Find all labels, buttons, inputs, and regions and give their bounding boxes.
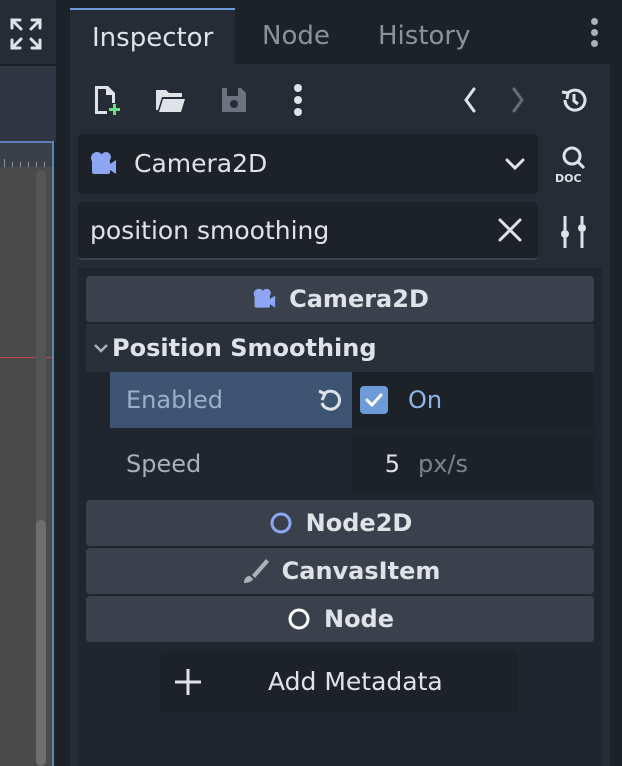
inspector-toolbar xyxy=(70,64,610,134)
property-name: Enabled xyxy=(110,372,352,428)
checkbox-label: On xyxy=(408,386,443,414)
chevron-down-icon xyxy=(505,158,525,171)
ruler xyxy=(0,143,52,167)
node2d-icon xyxy=(270,512,292,534)
viewport-scrollbar[interactable] xyxy=(36,520,46,766)
inspector-dock: Inspector Node History Camera2D DOC posi… xyxy=(70,6,610,766)
dock-menu-icon[interactable] xyxy=(588,18,600,54)
viewport-toolbar xyxy=(0,0,56,64)
group-label: Position Smoothing xyxy=(112,334,377,362)
property-filter-icon[interactable] xyxy=(554,212,594,252)
tab-inspector[interactable]: Inspector xyxy=(70,8,236,64)
more-icon[interactable] xyxy=(278,80,318,120)
section-label: Node xyxy=(323,605,395,633)
enabled-checkbox[interactable] xyxy=(360,386,388,414)
revert-icon[interactable] xyxy=(316,386,344,414)
speed-spinbox[interactable]: 5 px/s xyxy=(352,436,594,492)
fullscreen-icon[interactable] xyxy=(8,16,44,52)
section-label: CanvasItem xyxy=(281,557,441,585)
property-speed: Speed 5 px/s xyxy=(110,436,594,492)
speed-suffix: px/s xyxy=(417,450,468,478)
group-position-smoothing[interactable]: Position Smoothing xyxy=(86,324,594,372)
property-label: Speed xyxy=(126,450,202,478)
svg-text:DOC: DOC xyxy=(555,172,582,184)
camera2d-icon xyxy=(91,152,116,174)
brush-icon xyxy=(243,559,269,583)
property-panel: Camera2D Position Smoothing Enabled On S… xyxy=(78,268,602,766)
section-canvasitem[interactable]: CanvasItem xyxy=(86,548,594,594)
check-icon xyxy=(365,393,383,408)
speed-value: 5 xyxy=(384,450,400,478)
back-icon[interactable] xyxy=(450,80,490,120)
open-folder-icon[interactable] xyxy=(150,80,190,120)
history-icon[interactable] xyxy=(554,80,594,120)
new-resource-icon[interactable] xyxy=(86,80,126,120)
forward-icon[interactable] xyxy=(498,80,538,120)
section-label: Camera2D xyxy=(289,285,429,313)
search-input[interactable] xyxy=(90,202,480,258)
object-name: Camera2D xyxy=(134,149,268,178)
node-icon xyxy=(288,608,310,630)
section-node[interactable]: Node xyxy=(86,596,594,642)
dock-tabbar: Inspector Node History xyxy=(70,6,610,64)
camera2d-icon xyxy=(253,288,276,308)
section-label: Node2D xyxy=(305,509,413,537)
property-value: On xyxy=(352,372,594,428)
tab-history[interactable]: History xyxy=(356,8,493,64)
property-label: Enabled xyxy=(126,386,223,414)
section-camera2d[interactable]: Camera2D xyxy=(86,276,594,322)
add-metadata-button[interactable]: Add Metadata xyxy=(160,652,518,712)
property-enabled: Enabled On xyxy=(110,372,594,428)
add-metadata-label: Add Metadata xyxy=(268,667,443,696)
property-search xyxy=(78,202,538,260)
chevron-down-icon xyxy=(94,344,108,353)
close-icon[interactable] xyxy=(496,216,524,244)
plus-icon xyxy=(175,669,201,695)
section-node2d[interactable]: Node2D xyxy=(86,500,594,546)
doc-icon[interactable]: DOC xyxy=(554,144,594,185)
save-icon[interactable] xyxy=(214,80,254,120)
object-selector[interactable]: Camera2D xyxy=(78,134,538,194)
viewport-header xyxy=(0,66,56,142)
tab-node[interactable]: Node xyxy=(240,8,352,64)
